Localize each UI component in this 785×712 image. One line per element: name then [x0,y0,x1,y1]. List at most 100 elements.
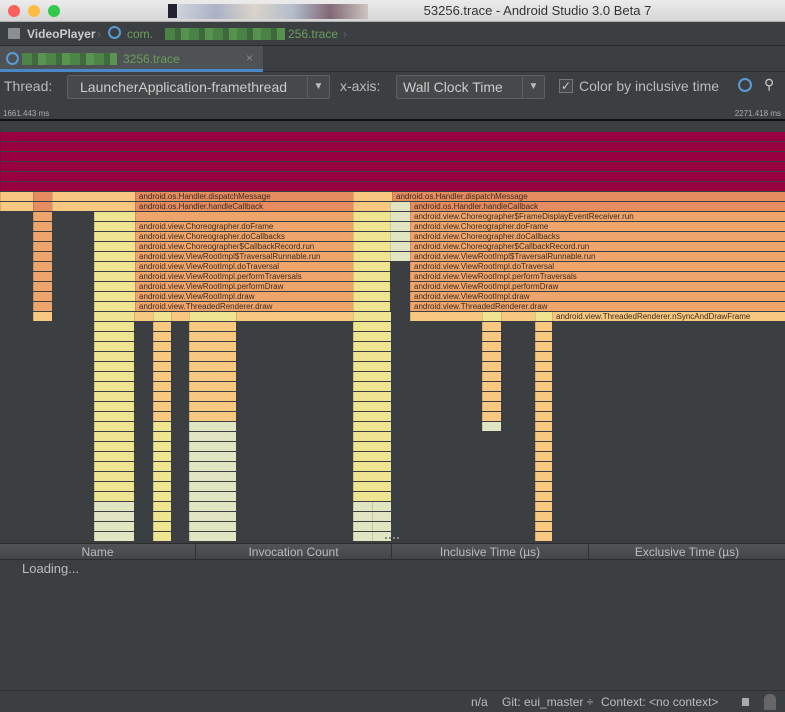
flame-frame[interactable] [353,472,391,481]
flame-frame[interactable] [353,252,390,261]
flame-frame[interactable] [94,502,134,511]
flame-frame[interactable]: android.view.ViewRootImpl.performDraw [410,282,785,291]
flame-frame[interactable] [189,442,236,451]
flame-frame[interactable] [390,202,410,211]
flame-frame[interactable] [482,312,501,321]
flame-frame[interactable] [353,482,391,491]
flame-frame[interactable] [353,262,390,271]
flame-frame[interactable] [353,362,391,371]
flame-frame[interactable] [189,392,236,401]
flame-frame[interactable] [353,222,390,231]
flame-frame[interactable] [535,482,552,491]
flame-frame[interactable] [189,322,236,331]
column-invocation-count[interactable]: Invocation Count [196,544,392,560]
flame-frame[interactable] [353,272,390,281]
flame-frame[interactable] [94,442,134,451]
flame-frame[interactable] [94,332,134,341]
flame-frame[interactable] [153,472,171,481]
flame-frame[interactable] [94,242,135,251]
flame-frame[interactable] [0,142,785,151]
flame-frame[interactable] [189,352,236,361]
flame-frame[interactable] [353,432,391,441]
flame-frame[interactable] [153,322,171,331]
flame-frame[interactable] [189,402,236,411]
flame-frame[interactable]: android.view.ViewRootImpl$TraversalRunna… [135,252,353,261]
flame-frame[interactable] [501,312,535,321]
flame-frame[interactable] [353,372,391,381]
flame-frame[interactable] [189,412,236,421]
flame-frame[interactable]: android.os.Handler.dispatchMessage [135,192,353,201]
flame-frame[interactable] [353,292,390,301]
flame-frame[interactable] [0,192,33,201]
flame-frame[interactable] [353,302,390,311]
flame-frame[interactable] [94,222,135,231]
flame-frame[interactable] [153,392,171,401]
flame-frame[interactable] [535,442,552,451]
flame-frame[interactable] [94,292,135,301]
flame-frame[interactable] [410,312,482,321]
flame-frame[interactable] [33,232,52,241]
flame-frame[interactable]: android.view.Choreographer.doFrame [135,222,353,231]
flame-frame[interactable] [0,182,785,191]
flame-frame[interactable]: android.view.Choreographer$CallbackRecor… [135,242,353,251]
flame-frame[interactable] [535,502,552,511]
flame-frame[interactable] [372,522,391,531]
color-checkbox[interactable]: ✓ [559,79,573,93]
flame-frame[interactable]: android.view.Choreographer$CallbackRecor… [410,242,785,251]
lock-icon[interactable] [742,698,749,706]
flame-frame[interactable] [33,272,52,281]
flame-frame[interactable] [94,482,134,491]
flame-frame[interactable] [153,412,171,421]
breadcrumb-project[interactable]: VideoPlayer [27,27,95,41]
flame-frame[interactable] [353,412,391,421]
flame-frame[interactable] [94,472,134,481]
flame-frame[interactable] [171,312,189,321]
flame-frame[interactable] [33,292,52,301]
flame-frame[interactable] [189,462,236,471]
flame-frame[interactable] [94,252,135,261]
flame-frame[interactable] [353,322,391,331]
flame-frame[interactable] [189,522,236,531]
flame-frame[interactable] [153,452,171,461]
column-exclusive-time[interactable]: Exclusive Time (µs) [589,544,785,560]
flame-frame[interactable] [189,502,236,511]
flame-frame[interactable] [94,322,134,331]
flame-frame[interactable] [94,272,135,281]
flame-frame[interactable] [153,532,171,541]
flame-frame[interactable] [94,452,134,461]
flame-frame[interactable] [189,492,236,501]
flame-frame[interactable]: android.view.ViewRootImpl$TraversalRunna… [410,252,785,261]
flame-frame[interactable] [353,282,390,291]
flame-frame[interactable] [482,342,501,351]
flame-frame[interactable]: android.os.Handler.handleCallback [410,202,785,211]
flame-frame[interactable]: android.view.ViewRootImpl.doTraversal [135,262,353,271]
flame-frame[interactable] [33,212,52,221]
flame-frame[interactable] [94,262,135,271]
flame-frame[interactable] [353,532,372,541]
flame-frame[interactable] [0,152,785,161]
flame-frame[interactable] [33,202,52,211]
flame-frame[interactable] [353,332,391,341]
flame-frame[interactable] [0,162,785,171]
hector-icon[interactable] [764,694,776,710]
flame-frame[interactable] [353,312,391,321]
flame-frame[interactable]: android.view.ThreadedRenderer.draw [135,302,353,311]
flame-frame[interactable] [390,242,410,251]
flame-frame[interactable] [353,342,391,351]
flame-frame[interactable] [94,372,134,381]
flame-frame[interactable] [94,312,134,321]
flame-frame[interactable]: android.os.Handler.handleCallback [135,202,353,211]
flame-frame[interactable] [189,342,236,351]
flame-frame[interactable] [153,522,171,531]
flame-frame[interactable] [153,362,171,371]
splitter-handle[interactable] [385,537,399,541]
flame-frame[interactable] [94,282,135,291]
flame-frame[interactable] [353,452,391,461]
flame-frame[interactable] [94,302,135,311]
flame-frame[interactable] [33,282,52,291]
flame-frame[interactable] [353,242,390,251]
flame-frame[interactable] [94,382,134,391]
flame-frame[interactable] [153,492,171,501]
flame-frame[interactable] [390,212,410,221]
flame-frame[interactable] [535,332,552,341]
